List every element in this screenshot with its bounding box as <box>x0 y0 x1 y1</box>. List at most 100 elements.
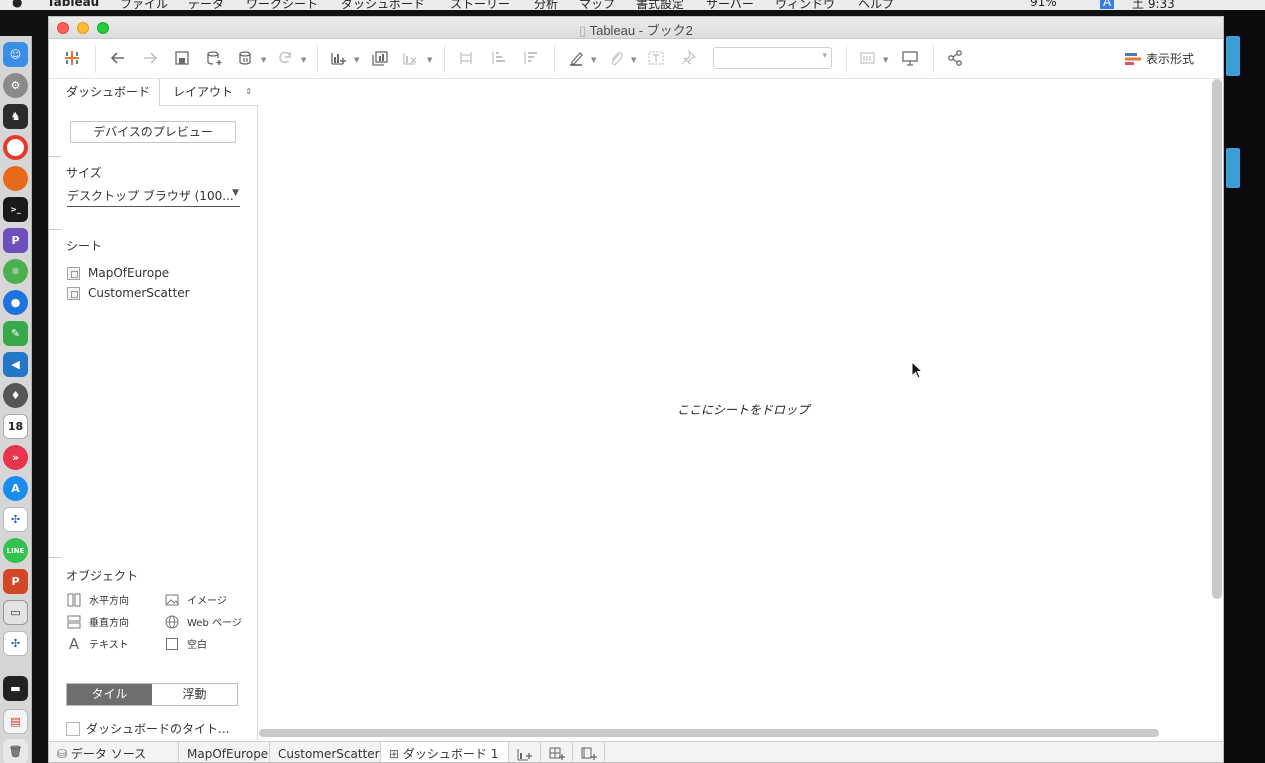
reader-app-icon[interactable]: ♞ <box>3 104 28 129</box>
powerpoint-icon[interactable]: P <box>3 569 28 594</box>
tiled-floating-toggle: タイル 浮動 <box>66 683 238 706</box>
clear-sheet-icon[interactable] <box>399 47 421 69</box>
tableau-dock-icon[interactable]: ✣ <box>3 507 28 532</box>
main-toolbar: ▼ ▼ ▼ ▼ ▼ ▼ ▾ ▼ 表示形式 <box>49 39 1223 79</box>
chevron-down-icon[interactable]: ▼ <box>591 56 596 64</box>
object-horizontal[interactable]: 水平方向 <box>67 592 129 607</box>
menu-story[interactable]: ストーリー <box>450 0 510 10</box>
sort-desc-icon[interactable] <box>519 47 541 69</box>
window-titlebar[interactable]: ▯ Tableau - ブック2 <box>49 17 1223 39</box>
chrome-icon[interactable] <box>3 135 28 160</box>
size-dropdown[interactable]: デスクトップ ブラウザ (100... ▼ <box>67 187 240 207</box>
sourcetree-icon[interactable]: ● <box>3 290 28 315</box>
floating-button[interactable]: 浮動 <box>152 684 237 705</box>
presentation-icon[interactable] <box>899 47 921 69</box>
apple-icon[interactable]: ● <box>12 0 22 9</box>
tab-dashboard[interactable]: ダッシュボード <box>49 79 159 106</box>
new-dashboard-tab-icon[interactable] <box>541 742 573 762</box>
new-story-tab-icon[interactable] <box>573 742 605 762</box>
tab-layout[interactable]: レイアウト ⇕ <box>159 79 258 106</box>
screen-share-icon[interactable]: ▭ <box>3 600 28 625</box>
chevron-down-icon[interactable]: ▼ <box>631 56 636 64</box>
finder-icon[interactable]: ☺ <box>3 42 28 67</box>
tableau-reader-icon[interactable]: ✣ <box>3 631 28 656</box>
chevron-down-icon[interactable]: ▼ <box>354 56 359 64</box>
document-icon[interactable]: ▤ <box>3 709 28 734</box>
group-icon[interactable] <box>605 47 627 69</box>
desktop-folder-icon[interactable] <box>1226 148 1240 188</box>
back-icon[interactable] <box>107 47 129 69</box>
menu-map[interactable]: マップ <box>579 0 615 10</box>
menu-worksheet[interactable]: ワークシート <box>246 0 318 10</box>
terminal-icon[interactable]: >_ <box>3 197 28 222</box>
app-store-icon[interactable]: A <box>3 476 28 501</box>
menu-server[interactable]: サーバー <box>706 0 754 10</box>
chevron-down-icon[interactable]: ▼ <box>883 56 888 64</box>
firefox-icon[interactable] <box>3 166 28 191</box>
menu-window[interactable]: ウィンドウ <box>775 0 835 10</box>
kiwi-app-icon[interactable]: » <box>3 445 28 470</box>
trash-icon[interactable]: 🗑 <box>3 739 28 763</box>
labels-icon[interactable] <box>645 47 667 69</box>
menu-dashboard[interactable]: ダッシュボード <box>341 0 425 10</box>
desktop-folder-icon[interactable] <box>1226 36 1240 76</box>
menu-data[interactable]: データ <box>188 0 224 10</box>
evernote-icon[interactable]: ✎ <box>3 321 28 346</box>
new-data-source-icon[interactable] <box>203 47 225 69</box>
tiled-button[interactable]: タイル <box>67 684 152 705</box>
chevron-down-icon[interactable]: ▼ <box>427 56 432 64</box>
tab-customerscatter[interactable]: CustomerScatter <box>270 742 381 762</box>
tab-mapofeurope[interactable]: MapOfEurope <box>179 742 270 762</box>
display-icon[interactable]: ▬ <box>3 676 28 701</box>
sequel-pro-icon[interactable]: ♦ <box>3 383 28 408</box>
window-title-text: Tableau - ブック2 <box>589 23 693 38</box>
chevron-down-icon[interactable]: ▼ <box>301 56 306 64</box>
system-preferences-icon[interactable]: ⚙ <box>3 73 28 98</box>
show-me-button[interactable]: 表示形式 <box>1125 50 1194 67</box>
new-worksheet-tab-icon[interactable] <box>509 742 541 762</box>
atom-icon[interactable]: ⚛ <box>3 259 28 284</box>
swap-icon[interactable] <box>455 47 477 69</box>
menu-tableau[interactable]: Tableau <box>47 0 99 9</box>
save-icon[interactable] <box>171 47 193 69</box>
sort-asc-icon[interactable] <box>487 47 509 69</box>
show-cards-icon[interactable] <box>857 47 879 69</box>
horizontal-scrollbar[interactable] <box>259 729 1159 737</box>
refresh-icon[interactable] <box>274 47 296 69</box>
menu-help[interactable]: ヘルプ <box>858 0 894 10</box>
pause-updates-icon[interactable] <box>235 47 257 69</box>
sheet-item-mapofeurope[interactable]: MapOfEurope <box>67 266 169 280</box>
checkbox-box[interactable] <box>66 721 80 736</box>
show-dashboard-title-checkbox[interactable]: ダッシュボードのタイト... <box>66 720 229 737</box>
menu-file[interactable]: ファイル <box>120 0 168 10</box>
calendar-icon[interactable]: 18 <box>3 414 28 439</box>
menubar-clock[interactable]: 土 9:33 <box>1132 0 1175 10</box>
fit-dropdown[interactable] <box>713 47 832 69</box>
vertical-scrollbar[interactable] <box>1212 79 1222 599</box>
input-source-indicator[interactable]: A <box>1100 0 1115 9</box>
line-icon[interactable]: LINE <box>3 538 28 563</box>
object-text[interactable]: A テキスト <box>67 635 129 653</box>
device-preview-button[interactable]: デバイスのプレビュー <box>70 121 236 143</box>
object-blank[interactable]: 空白 <box>165 636 207 651</box>
menu-analysis[interactable]: 分析 <box>534 0 558 10</box>
chevron-down-icon[interactable]: ▼ <box>261 56 266 64</box>
object-webpage[interactable]: Web ページ <box>165 614 242 629</box>
duplicate-icon[interactable] <box>369 47 391 69</box>
new-worksheet-icon[interactable] <box>327 47 349 69</box>
menu-format[interactable]: 書式設定 <box>636 0 684 10</box>
share-icon[interactable] <box>944 47 966 69</box>
tableau-logo-icon[interactable] <box>61 47 83 69</box>
sheet-item-customerscatter[interactable]: CustomerScatter <box>67 286 190 300</box>
dashboard-canvas[interactable]: ここにシートをドロップ <box>259 79 1223 740</box>
tab-data-source[interactable]: ⛁ データ ソース <box>49 742 179 762</box>
vscode-icon[interactable]: ◀ <box>3 352 28 377</box>
blank-icon <box>165 637 179 651</box>
highlight-icon[interactable] <box>565 47 587 69</box>
fix-axes-icon[interactable] <box>677 47 699 69</box>
tab-dashboard-1[interactable]: ⊞ ダッシュボード 1 <box>381 742 509 762</box>
object-vertical[interactable]: 垂直方向 <box>67 614 129 629</box>
forward-icon[interactable] <box>139 47 161 69</box>
pockity-icon[interactable]: P <box>3 228 28 253</box>
object-image[interactable]: イメージ <box>165 592 227 607</box>
